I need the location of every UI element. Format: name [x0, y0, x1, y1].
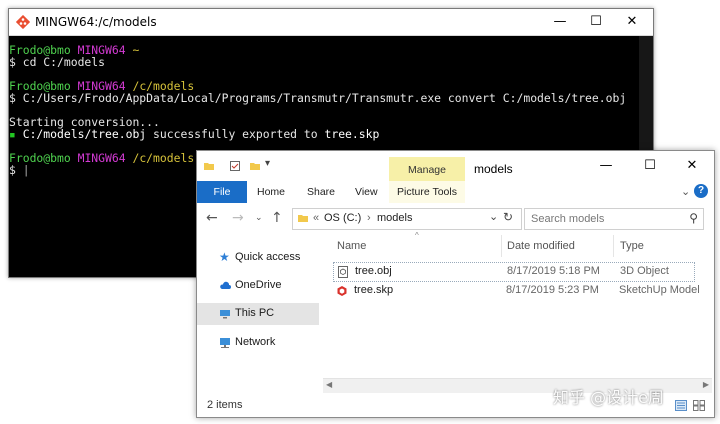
breadcrumb-separator: ›	[367, 212, 371, 224]
column-divider[interactable]	[613, 235, 614, 257]
source-file: C:/models/tree.obj	[22, 127, 147, 141]
explorer-title: models	[474, 162, 513, 176]
file-name: tree.skp	[354, 284, 394, 296]
file-explorer-window[interactable]: ▾ Manage models — ☐ ✕ File Home Share Vi…	[196, 150, 715, 418]
terminal-prompt-line: Frodo@bmo MINGW64 ~	[9, 44, 653, 56]
sort-ascending-icon: ^	[415, 231, 419, 240]
properties-icon[interactable]	[229, 160, 241, 172]
new-folder-icon[interactable]	[249, 160, 261, 172]
tab-picture-tools[interactable]: Picture Tools	[389, 181, 465, 203]
tab-view[interactable]: View	[355, 181, 378, 203]
terminal-command-line: $ C:/Users/Frodo/AppData/Local/Programs/…	[9, 91, 627, 105]
navigation-bar: ← → ⌄ ↑ « OS (C:) › models ⌄ ↻ Search mo…	[197, 203, 714, 233]
file-type: SketchUp Model	[619, 284, 700, 296]
item-count: 2 items	[207, 399, 243, 411]
success-bullet-icon: ▪	[9, 127, 16, 141]
recent-locations-icon[interactable]: ⌄	[255, 213, 263, 223]
sidebar-item-label: OneDrive	[235, 279, 282, 291]
help-icon[interactable]: ?	[694, 184, 708, 198]
sidebar-item-quick-access[interactable]: ★ Quick access	[197, 247, 319, 269]
explorer-close-button[interactable]: ✕	[669, 151, 715, 181]
refresh-icon[interactable]: ↻	[503, 210, 513, 224]
prompt-path: /c/models	[132, 151, 195, 165]
file-date: 8/17/2019 5:23 PM	[506, 284, 599, 296]
details-view-icon[interactable]	[675, 400, 687, 411]
column-header-date[interactable]: Date modified	[507, 240, 575, 252]
git-bash-icon	[16, 15, 30, 29]
explorer-minimize-button[interactable]: —	[583, 151, 629, 181]
scroll-left-icon[interactable]: ◀	[326, 380, 332, 389]
prompt-system: MINGW64	[77, 151, 126, 165]
table-row[interactable]: tree.skp 8/17/2019 5:23 PM SketchUp Mode…	[333, 282, 700, 300]
up-arrow-icon[interactable]: ↑	[271, 210, 283, 226]
file-list: ^ Name Date modified Type tree.obj 8/17/…	[323, 231, 714, 393]
text-cursor: |	[22, 163, 30, 177]
cloud-icon	[220, 281, 231, 289]
terminal-success-line: ▪ C:/models/tree.obj successfully export…	[9, 128, 653, 140]
back-arrow-icon[interactable]: ←	[206, 210, 218, 226]
folder-icon	[204, 163, 214, 170]
tab-file[interactable]: File	[197, 181, 247, 203]
computer-icon	[220, 310, 230, 319]
sidebar-item-this-pc[interactable]: This PC	[197, 303, 319, 325]
address-overflow[interactable]: «	[313, 212, 319, 224]
search-box[interactable]: Search models ⚲	[524, 208, 704, 230]
folder-icon	[298, 215, 308, 222]
sidebar-item-network[interactable]: Network	[197, 332, 319, 354]
scroll-right-icon[interactable]: ▶	[703, 380, 709, 389]
explorer-title-bar[interactable]: ▾ Manage models — ☐ ✕	[197, 151, 715, 183]
3d-object-file-icon	[338, 266, 348, 278]
watermark: 知乎 @设计e周	[553, 388, 664, 407]
breadcrumb-folder[interactable]: models	[377, 212, 412, 224]
customize-toolbar-icon[interactable]: ▾	[265, 158, 277, 170]
success-message: successfully exported to	[146, 127, 325, 141]
ribbon-tabs: File Home Share View Picture Tools ⌄ ?	[197, 181, 714, 204]
destination-file: tree.skp	[324, 127, 380, 141]
search-icon: ⚲	[689, 211, 698, 225]
address-bar[interactable]: « OS (C:) › models ⌄ ↻	[292, 208, 522, 230]
table-row[interactable]: tree.obj 8/17/2019 5:18 PM 3D Object	[333, 262, 695, 282]
sketchup-file-icon	[337, 286, 347, 296]
terminal-title-bar[interactable]: MINGW64:/c/models — ☐ ✕	[9, 9, 653, 36]
search-input[interactable]: Search models	[531, 213, 604, 225]
terminal-title: MINGW64:/c/models	[35, 15, 157, 29]
ribbon-expand-icon[interactable]: ⌄	[681, 185, 690, 198]
explorer-maximize-button[interactable]: ☐	[627, 151, 673, 181]
sidebar-item-label: Quick access	[235, 251, 301, 263]
tab-home[interactable]: Home	[257, 181, 285, 203]
sidebar-item-onedrive[interactable]: OneDrive	[197, 275, 319, 297]
column-header-name[interactable]: Name	[337, 240, 366, 252]
file-name: tree.obj	[355, 265, 392, 277]
terminal-close-button[interactable]: ✕	[609, 9, 655, 35]
prompt-path: ~	[132, 43, 140, 57]
column-header-type[interactable]: Type	[620, 240, 644, 252]
sidebar-item-label: This PC	[235, 307, 275, 319]
file-type: 3D Object	[620, 265, 669, 277]
network-icon	[220, 338, 230, 348]
large-icons-view-icon[interactable]	[693, 400, 705, 411]
file-date: 8/17/2019 5:18 PM	[507, 265, 600, 277]
navigation-pane: ★ Quick access OneDrive This PC Network	[197, 233, 319, 393]
star-icon: ★	[219, 250, 230, 264]
forward-arrow-icon[interactable]: →	[232, 210, 244, 226]
breadcrumb-drive[interactable]: OS (C:)	[324, 212, 361, 224]
terminal-command-line: $ cd C:/models	[9, 55, 106, 69]
column-divider[interactable]	[501, 235, 502, 257]
address-dropdown-icon[interactable]: ⌄	[489, 210, 498, 223]
tab-share[interactable]: Share	[307, 181, 335, 203]
manage-tab[interactable]: Manage	[389, 157, 465, 183]
prompt-symbol: $	[9, 163, 16, 177]
sidebar-item-label: Network	[235, 336, 276, 348]
